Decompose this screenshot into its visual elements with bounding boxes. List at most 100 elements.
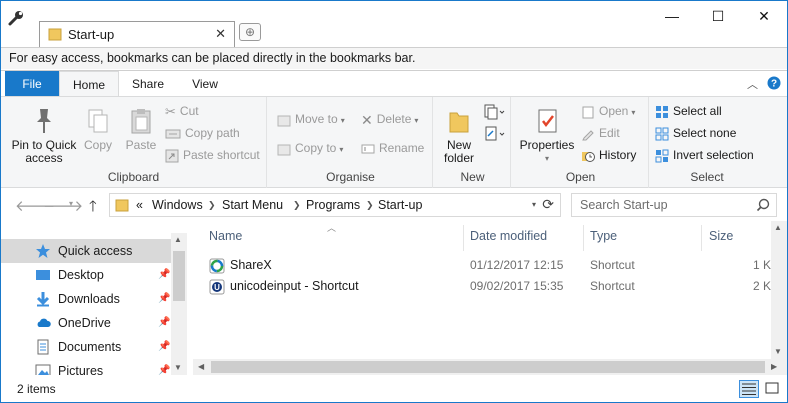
breadcrumb-programs[interactable]: Programs: [306, 198, 360, 212]
tab-file[interactable]: File: [5, 71, 59, 97]
scroll-right-icon[interactable]: ▶: [771, 362, 777, 371]
pictures-icon: [35, 364, 51, 375]
search-icon[interactable]: [756, 198, 770, 212]
nav-item-pictures[interactable]: Pictures 📌: [1, 359, 171, 375]
browser-tab[interactable]: Start-up ✕: [39, 21, 235, 47]
close-button[interactable]: ✕: [741, 1, 787, 31]
invert-selection-button[interactable]: Invert selection: [655, 145, 754, 165]
horizontal-scrollbar[interactable]: ◀ ▶: [193, 359, 787, 375]
maximize-button[interactable]: ☐: [695, 1, 741, 31]
refresh-icon[interactable]: ⟳: [542, 196, 554, 213]
paste-button[interactable]: Paste: [123, 107, 159, 152]
scroll-down-icon[interactable]: ▼: [774, 347, 782, 356]
scroll-up-icon[interactable]: ▲: [774, 223, 782, 232]
new-folder-icon: [449, 112, 469, 133]
nav-item-onedrive[interactable]: OneDrive 📌: [1, 311, 171, 335]
chevron-right-icon[interactable]: ❯: [366, 200, 374, 211]
forward-button[interactable]: 🡒: [43, 196, 83, 215]
details-view-button[interactable]: [739, 380, 759, 398]
column-divider[interactable]: [463, 225, 464, 251]
properties-button[interactable]: Properties ▾: [519, 107, 575, 165]
nav-scrollbar-thumb[interactable]: [173, 251, 185, 301]
select-all-button[interactable]: Select all: [655, 101, 722, 121]
column-header-type[interactable]: Type: [590, 229, 617, 243]
select-all-icon: [656, 105, 668, 118]
open-group: Properties ▾ Open ▾ Edit History Open: [513, 97, 649, 188]
rename-button[interactable]: Rename: [361, 138, 424, 158]
file-type: Shortcut: [590, 279, 635, 293]
move-to-button[interactable]: Move to ▾: [277, 109, 345, 129]
scroll-left-icon[interactable]: ◀: [198, 362, 204, 371]
large-icons-view-button[interactable]: [763, 380, 783, 398]
column-header-date-modified[interactable]: Date modified: [470, 229, 547, 243]
address-bar[interactable]: « Windows ❯ Start Menu ❯ Programs ❯ Star…: [109, 193, 561, 217]
organise-group-label: Organise: [326, 170, 375, 184]
copy-path-button[interactable]: Copy path: [165, 123, 240, 143]
breadcrumb-start-menu[interactable]: Start Menu: [222, 198, 283, 212]
search-input[interactable]: [572, 194, 752, 216]
new-tab-button[interactable]: ⊕: [239, 23, 261, 41]
column-header-size[interactable]: Size: [709, 229, 733, 243]
select-none-icon: [655, 127, 669, 141]
delete-icon: ✕: [361, 111, 373, 128]
nav-item-documents[interactable]: Documents 📌: [1, 335, 171, 359]
nav-item-desktop[interactable]: Desktop 📌: [1, 263, 171, 287]
chevron-right-icon[interactable]: ❯: [208, 200, 216, 211]
breadcrumb-start-up[interactable]: Start-up: [378, 198, 422, 212]
ribbon-collapse-icon[interactable]: ︿: [747, 76, 758, 92]
tab-close-icon[interactable]: ✕: [215, 26, 226, 42]
nav-item-label: Desktop: [58, 268, 104, 282]
select-group-label: Select: [690, 170, 724, 184]
column-divider[interactable]: [701, 225, 702, 251]
address-history-icon[interactable]: ▾: [532, 200, 536, 209]
download-icon: [36, 292, 50, 307]
edit-button[interactable]: Edit: [581, 123, 620, 143]
minimize-button[interactable]: —: [649, 1, 695, 31]
nav-item-quick-access[interactable]: Quick access: [1, 239, 171, 263]
copy-to-icon: [277, 144, 291, 156]
select-none-button[interactable]: Select none: [655, 123, 736, 143]
bookmarks-message: For easy access, bookmarks can be placed…: [9, 51, 416, 65]
column-divider[interactable]: [583, 225, 584, 251]
tab-view[interactable]: View: [177, 71, 233, 97]
pin-icon: 📌: [158, 269, 171, 280]
chevron-right-icon[interactable]: ❯: [293, 200, 301, 211]
tab-home[interactable]: Home: [59, 71, 119, 97]
scroll-down-icon[interactable]: ▼: [174, 363, 182, 372]
cut-button[interactable]: ✂ Cut: [165, 101, 199, 121]
up-button[interactable]: 🡑: [89, 196, 97, 221]
column-header-name[interactable]: Name: [209, 229, 242, 243]
nav-scrollbar[interactable]: ▲ ▼: [171, 233, 187, 375]
invert-selection-icon: [655, 149, 669, 163]
nav-item-downloads[interactable]: Downloads 📌: [1, 287, 171, 311]
pin-label: Pin to Quick access: [11, 138, 77, 165]
breadcrumb-windows[interactable]: Windows: [152, 198, 203, 212]
chevron-down-icon: ▾: [631, 108, 636, 117]
new-folder-button[interactable]: New folder: [439, 107, 479, 165]
new-item-icon[interactable]: [483, 103, 505, 121]
recent-locations-icon[interactable]: ▾: [69, 199, 73, 208]
easy-access-icon[interactable]: [483, 125, 505, 143]
wrench-icon[interactable]: [7, 9, 25, 27]
table-row[interactable]: U unicodeinput - Shortcut 09/02/2017 15:…: [193, 276, 779, 297]
search-box[interactable]: [571, 193, 777, 217]
select-group: Select all Select none Invert selection …: [651, 97, 763, 188]
scissors-icon: ✂: [165, 103, 176, 119]
copy-to-button[interactable]: Copy to ▾: [277, 138, 343, 158]
history-button[interactable]: History: [581, 145, 636, 165]
svg-text:U: U: [214, 283, 220, 292]
open-button[interactable]: Open ▾: [581, 101, 635, 121]
paste-shortcut-button[interactable]: Paste shortcut: [165, 145, 260, 165]
help-icon[interactable]: ?: [767, 76, 781, 90]
breadcrumb-overflow[interactable]: «: [136, 198, 143, 212]
file-list-scrollbar[interactable]: ▲ ▼: [771, 221, 787, 359]
table-row[interactable]: ShareX 01/12/2017 12:15 Shortcut 1 KB: [193, 255, 779, 276]
pin-to-quick-access-button[interactable]: Pin to Quick access: [7, 107, 81, 165]
delete-button[interactable]: ✕ Delete ▾: [361, 109, 418, 129]
file-list: ︿ Name Date modified Type Size ShareX 01…: [193, 221, 787, 375]
copy-button[interactable]: Copy: [81, 107, 115, 152]
tab-share[interactable]: Share: [119, 71, 177, 97]
horizontal-scrollbar-thumb[interactable]: [211, 361, 765, 373]
status-bar: 2 items: [1, 377, 787, 402]
scroll-up-icon[interactable]: ▲: [174, 235, 182, 244]
